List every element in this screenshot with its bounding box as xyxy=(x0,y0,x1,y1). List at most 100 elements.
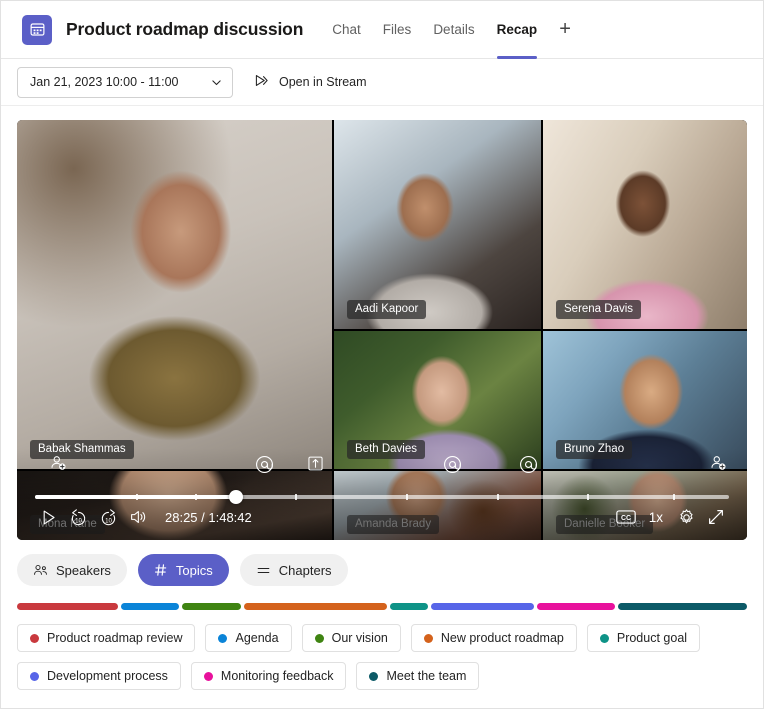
svg-text:10: 10 xyxy=(75,517,82,524)
chapter-marker[interactable] xyxy=(406,494,408,500)
chapter-marker[interactable] xyxy=(587,494,589,500)
topic-color-dot xyxy=(30,634,39,643)
topic-color-dot xyxy=(369,672,378,681)
tile-overlay-icons xyxy=(17,454,747,482)
topic-chip-label: Our vision xyxy=(332,631,388,645)
play-icon[interactable] xyxy=(33,502,63,532)
participant-video-serena-davis xyxy=(543,120,747,329)
add-person-icon[interactable] xyxy=(49,454,68,473)
meeting-date-value: Jan 21, 2023 10:00 - 11:00 xyxy=(30,75,179,89)
topic-chip-product-goal[interactable]: Product goal xyxy=(587,624,700,652)
page-title: Product roadmap discussion xyxy=(66,19,303,40)
filter-topics-label: Topics xyxy=(176,563,213,578)
topic-segment-product-roadmap-review[interactable] xyxy=(17,603,118,610)
topic-color-dot xyxy=(424,634,433,643)
tab-details[interactable]: Details xyxy=(422,1,485,59)
recap-filter-pills: Speakers Topics Chapters xyxy=(1,540,763,586)
tab-recap[interactable]: Recap xyxy=(486,1,549,59)
add-person-icon[interactable] xyxy=(709,454,728,473)
forward-10-icon[interactable]: 10 xyxy=(93,502,123,532)
video-tile-serena-davis[interactable]: Serena Davis xyxy=(543,120,747,329)
topic-segment-development-process[interactable] xyxy=(431,603,534,610)
chapter-marker[interactable] xyxy=(136,494,138,500)
stream-play-icon xyxy=(253,72,270,92)
chapter-marker[interactable] xyxy=(497,494,499,500)
chapter-marker[interactable] xyxy=(195,494,197,500)
filter-speakers-label: Speakers xyxy=(56,563,111,578)
participant-video-aadi-kapoor xyxy=(334,120,541,329)
topic-chip-meet-the-team[interactable]: Meet the team xyxy=(356,662,479,690)
video-player-controls: 10 10 xyxy=(17,448,747,540)
app-header: Product roadmap discussion Chat Files De… xyxy=(1,1,763,59)
recap-subbar: Jan 21, 2023 10:00 - 11:00 Open in Strea… xyxy=(1,59,763,106)
participant-video-babak-shammas xyxy=(17,120,332,469)
volume-icon[interactable] xyxy=(123,502,153,532)
topic-chip-label: Product roadmap review xyxy=(47,631,182,645)
filter-chapters-button[interactable]: Chapters xyxy=(240,554,348,586)
video-tile-beth-davies[interactable]: Beth Davies xyxy=(334,331,541,469)
video-tile-aadi-kapoor[interactable]: Aadi Kapoor xyxy=(334,120,541,329)
chevron-down-icon xyxy=(210,76,223,89)
open-in-stream-button[interactable]: Open in Stream xyxy=(247,68,373,96)
tab-files[interactable]: Files xyxy=(372,1,423,59)
svg-text:10: 10 xyxy=(105,517,112,524)
meeting-date-dropdown[interactable]: Jan 21, 2023 10:00 - 11:00 xyxy=(17,67,233,98)
share-to-stage-icon[interactable] xyxy=(306,454,325,473)
topic-segment-product-goal[interactable] xyxy=(390,603,427,610)
topic-chip-label: Development process xyxy=(47,669,168,683)
tab-chat[interactable]: Chat xyxy=(321,1,372,59)
filter-speakers-button[interactable]: Speakers xyxy=(17,554,127,586)
topic-chip-monitoring-feedback[interactable]: Monitoring feedback xyxy=(191,662,347,690)
topic-chip-development-process[interactable]: Development process xyxy=(17,662,181,690)
topic-chip-label: Product goal xyxy=(617,631,687,645)
topic-chip-product-roadmap-review[interactable]: Product roadmap review xyxy=(17,624,195,652)
topic-color-dot xyxy=(30,672,39,681)
video-stage-wrapper: Babak Shammas Aadi Kapoor Serena Davis B… xyxy=(1,106,763,540)
open-in-stream-label: Open in Stream xyxy=(279,75,367,89)
topic-segment-agenda[interactable] xyxy=(121,603,179,610)
rewind-10-icon[interactable]: 10 xyxy=(63,502,93,532)
list-icon xyxy=(256,563,271,578)
topic-chip-agenda[interactable]: Agenda xyxy=(205,624,291,652)
chapter-marker[interactable] xyxy=(295,494,297,500)
topic-chip-label: Agenda xyxy=(235,631,278,645)
video-tile-bruno-zhao[interactable]: Bruno Zhao xyxy=(543,331,747,469)
player-button-row: 10 10 xyxy=(17,502,747,532)
filter-chapters-label: Chapters xyxy=(279,563,332,578)
topic-chip-new-product-roadmap[interactable]: New product roadmap xyxy=(411,624,577,652)
video-tile-babak-shammas[interactable]: Babak Shammas xyxy=(17,120,332,469)
closed-captions-icon[interactable]: CC xyxy=(611,502,641,532)
teams-meeting-calendar-icon xyxy=(22,15,52,45)
topic-chip-label: Meet the team xyxy=(386,669,466,683)
topic-segment-our-vision[interactable] xyxy=(182,603,242,610)
add-tab-button[interactable]: + xyxy=(548,1,582,59)
topic-chip-label: New product roadmap xyxy=(441,631,564,645)
topic-segment-new-product-roadmap[interactable] xyxy=(244,603,387,610)
topic-chip-our-vision[interactable]: Our vision xyxy=(302,624,401,652)
svg-text:CC: CC xyxy=(621,515,631,522)
topic-timeline-bar xyxy=(17,603,747,610)
topic-segment-meet-the-team[interactable] xyxy=(618,603,747,610)
playback-speed-button[interactable]: 1x xyxy=(641,510,671,525)
participant-name-label: Aadi Kapoor xyxy=(347,300,426,319)
tab-bar: Chat Files Details Recap + xyxy=(321,1,582,59)
at-mention-icon[interactable] xyxy=(254,454,275,475)
at-mention-icon[interactable] xyxy=(442,454,463,475)
topic-color-dot xyxy=(218,634,227,643)
at-mention-icon[interactable] xyxy=(518,454,539,475)
topic-chip-list: Product roadmap review Agenda Our vision… xyxy=(17,624,747,690)
video-gallery: Babak Shammas Aadi Kapoor Serena Davis B… xyxy=(17,120,747,540)
gear-icon[interactable] xyxy=(671,502,701,532)
topic-segment-monitoring-feedback[interactable] xyxy=(537,603,615,610)
chapter-marker[interactable] xyxy=(673,494,675,500)
topic-chip-label: Monitoring feedback xyxy=(221,669,334,683)
people-icon xyxy=(33,563,48,578)
topic-color-dot xyxy=(315,634,324,643)
playback-time: 28:25 / 1:48:42 xyxy=(165,510,252,525)
topic-color-dot xyxy=(600,634,609,643)
teams-recap-window: Product roadmap discussion Chat Files De… xyxy=(0,0,764,709)
filter-topics-button[interactable]: Topics xyxy=(138,554,229,586)
topic-color-dot xyxy=(204,672,213,681)
participant-name-label: Serena Davis xyxy=(556,300,641,319)
fullscreen-icon[interactable] xyxy=(701,502,731,532)
